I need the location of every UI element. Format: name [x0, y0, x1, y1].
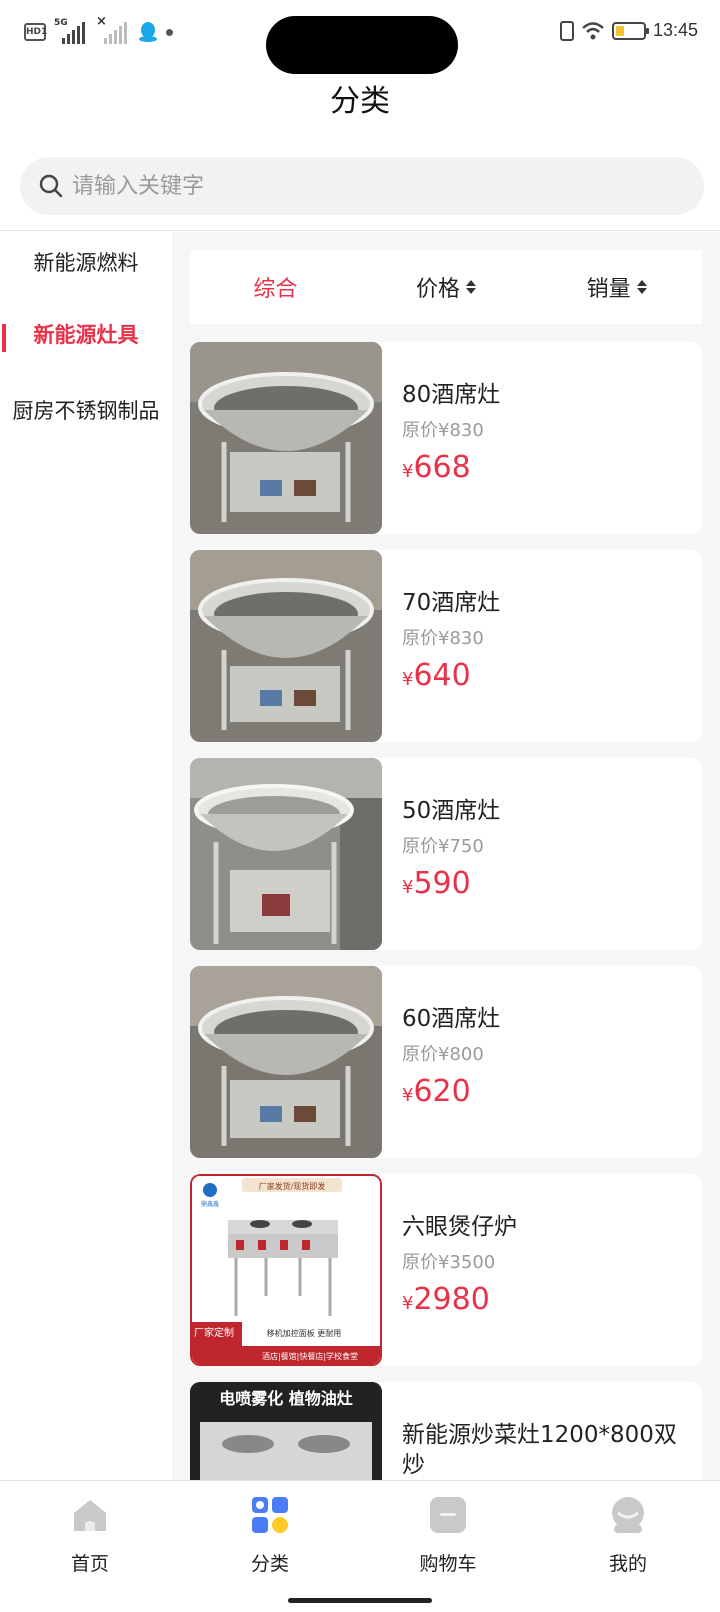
product-price: ¥590	[402, 866, 471, 901]
product-name: 80酒席灶	[402, 382, 501, 408]
tab-profile[interactable]: 我的	[568, 1495, 688, 1576]
status-bar: HD1 5G × 13:45	[0, 0, 720, 74]
product-card[interactable]: 50酒席灶 原价¥750 ¥590	[190, 758, 702, 950]
product-card[interactable]: 80酒席灶 原价¥830 ¥668	[190, 342, 702, 534]
product-image	[190, 966, 382, 1158]
image-banner-text: 电喷雾化 植物油灶	[219, 1389, 353, 1408]
product-price: ¥668	[402, 450, 471, 485]
sort-tab-label: 综合	[253, 277, 298, 302]
home-icon	[74, 1500, 106, 1531]
sort-tab-price[interactable]: 价格	[361, 271, 532, 303]
profile-icon	[612, 1497, 644, 1533]
price-value: 590	[413, 866, 471, 901]
product-price: ¥620	[402, 1074, 471, 1109]
product-panel: 综合 价格 销量 80酒席灶 原价¥830 ¥668 70酒席灶 原价¥830 …	[172, 232, 720, 1480]
image-top-text: 厂家发货/现货即发	[259, 1181, 326, 1191]
product-original-price: 原价¥750	[402, 836, 484, 857]
vibrate-icon	[559, 20, 574, 41]
page-title: 分类	[330, 84, 390, 119]
product-card[interactable]: 60酒席灶 原价¥800 ¥620	[190, 966, 702, 1158]
sort-tab-label: 价格	[416, 277, 461, 302]
product-original-price: 原价¥800	[402, 1044, 484, 1065]
bottom-tab-bar: 首页 分类 购物车 我的	[0, 1480, 720, 1612]
category-item-stainless[interactable]: 厨房不锈钢制品	[0, 398, 172, 425]
currency-symbol: ¥	[402, 1085, 414, 1106]
product-image: 厂家发货/现货即发 鼎鑫鑫 厂家定制 移机加控面板 更耐用 酒店|餐馆|快餐店|…	[190, 1174, 382, 1366]
price-value: 640	[413, 658, 471, 693]
divider	[0, 230, 720, 231]
image-brand-text: 鼎鑫鑫	[201, 1200, 219, 1208]
tab-label: 我的	[608, 1553, 647, 1575]
sort-bar: 综合 价格 销量	[190, 250, 702, 324]
home-indicator	[288, 1598, 432, 1603]
product-card[interactable]: 70酒席灶 原价¥830 ¥640	[190, 550, 702, 742]
status-time: 13:45	[652, 20, 698, 40]
category-item-stoves[interactable]: 新能源灶具	[0, 322, 172, 352]
search-bar[interactable]	[20, 157, 704, 215]
tab-label: 分类	[250, 1553, 289, 1575]
price-value: 2980	[413, 1282, 490, 1317]
product-original-price: 原价¥3500	[402, 1252, 496, 1273]
tab-home[interactable]: 首页	[30, 1495, 150, 1576]
tab-label: 购物车	[419, 1553, 477, 1575]
product-card[interactable]: 厂家发货/现货即发 鼎鑫鑫 厂家定制 移机加控面板 更耐用 酒店|餐馆|快餐店|…	[190, 1174, 702, 1366]
currency-symbol: ¥	[402, 1293, 414, 1314]
battery-icon	[611, 21, 649, 40]
sort-arrows-icon	[466, 280, 477, 294]
product-image	[190, 342, 382, 534]
product-image	[190, 550, 382, 742]
product-image	[190, 758, 382, 950]
product-name: 60酒席灶	[402, 1006, 501, 1032]
image-bottom-text-1: 移机加控面板 更耐用	[267, 1328, 342, 1338]
product-name: 50酒席灶	[402, 798, 501, 824]
product-price: ¥640	[402, 658, 471, 693]
price-value: 620	[413, 1074, 471, 1109]
category-item-fuel[interactable]: 新能源燃料	[0, 250, 172, 277]
category-sidebar: 新能源燃料 新能源灶具 厨房不锈钢制品	[0, 232, 172, 1480]
tab-category[interactable]: 分类	[210, 1495, 330, 1576]
currency-symbol: ¥	[402, 669, 414, 690]
product-original-price: 原价¥830	[402, 628, 484, 649]
currency-symbol: ¥	[402, 461, 414, 482]
camera-notch	[266, 16, 458, 74]
sort-arrows-icon	[636, 280, 647, 294]
product-original-price: 原价¥830	[402, 420, 484, 441]
sort-tab-label: 销量	[586, 277, 631, 302]
signal-5g-icon: 5G	[54, 18, 88, 44]
wifi-icon	[582, 21, 604, 39]
product-name: 新能源炒菜灶1200*800双炒	[402, 1422, 677, 1478]
price-value: 668	[413, 450, 471, 485]
tab-label: 首页	[70, 1553, 109, 1575]
product-image: 电喷雾化 植物油灶	[190, 1382, 382, 1480]
sort-tab-overall[interactable]: 综合	[190, 271, 361, 303]
sort-tab-sales[interactable]: 销量	[531, 271, 702, 303]
cart-icon	[430, 1497, 466, 1533]
category-icon	[252, 1497, 288, 1533]
signal-no-service-icon: ×	[96, 14, 130, 44]
hd-badge: HD1	[24, 23, 47, 41]
image-corner-text: 厂家定制	[194, 1326, 234, 1339]
notification-dot-icon	[166, 28, 173, 36]
qq-icon	[139, 22, 157, 42]
product-price: ¥2980	[402, 1282, 490, 1317]
search-icon	[39, 174, 63, 198]
product-name: 70酒席灶	[402, 590, 501, 616]
product-card[interactable]: 电喷雾化 植物油灶 新能源炒菜灶1200*800双炒	[190, 1382, 702, 1480]
search-input[interactable]	[72, 173, 632, 199]
tab-cart[interactable]: 购物车	[388, 1495, 508, 1576]
product-name: 六眼煲仔炉	[402, 1214, 517, 1240]
currency-symbol: ¥	[402, 877, 414, 898]
image-bottom-text-2: 酒店|餐馆|快餐店|学校食堂	[262, 1351, 358, 1361]
